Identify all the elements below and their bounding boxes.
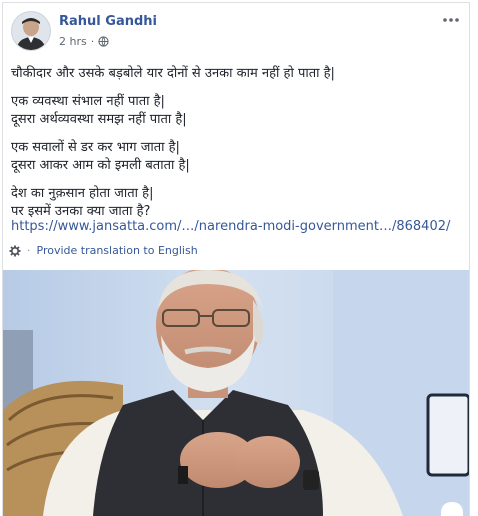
post-paragraph: चौकीदार और उसके बड़बोले यार दोनों से उनक… — [11, 65, 463, 83]
article-link[interactable]: https://www.jansatta.com/…/narendra-modi… — [11, 219, 450, 234]
translate-label[interactable]: Provide translation to English — [37, 244, 198, 257]
post-meta: 2 hrs · — [59, 35, 109, 48]
post-paragraph: एक व्यवस्था संभाल नहीं पाता है| दूसरा अर… — [11, 93, 463, 129]
post-text: चौकीदार और उसके बड़बोले यार दोनों से उनक… — [11, 65, 463, 231]
photo-corner-tab — [441, 502, 463, 516]
gear-icon — [9, 245, 21, 257]
post-paragraph: एक सवालों से डर कर भाग जाता है| दूसरा आक… — [11, 139, 463, 175]
post-paragraph: देश का नुक़सान होता जाता है| पर इसमें उन… — [11, 185, 463, 221]
globe-icon[interactable] — [98, 36, 109, 47]
text-line: एक व्यवस्था संभाल नहीं पाता है| — [11, 94, 165, 109]
translate-link[interactable]: · Provide translation to English — [9, 244, 198, 257]
avatar[interactable] — [11, 11, 51, 51]
more-options-icon[interactable] — [441, 11, 461, 29]
text-line: दूसरा आकर आम को इमली बताता है| — [11, 158, 190, 173]
post-header: Rahul Gandhi 2 hrs · — [11, 11, 461, 55]
post-card: Rahul Gandhi 2 hrs · चौकीदार और उसके बड़… — [2, 2, 470, 516]
post-timestamp[interactable]: 2 hrs — [59, 35, 87, 48]
text-line: देश का नुक़सान होता जाता है| — [11, 186, 154, 201]
post-photo[interactable] — [3, 270, 469, 516]
text-line: चौकीदार और उसके बड़बोले यार दोनों से उनक… — [11, 66, 335, 81]
text-line: एक सवालों से डर कर भाग जाता है| — [11, 140, 180, 155]
author-name[interactable]: Rahul Gandhi — [59, 14, 157, 29]
text-line: दूसरा अर्थव्यवस्था समझ नहीं पाता है| — [11, 112, 187, 127]
